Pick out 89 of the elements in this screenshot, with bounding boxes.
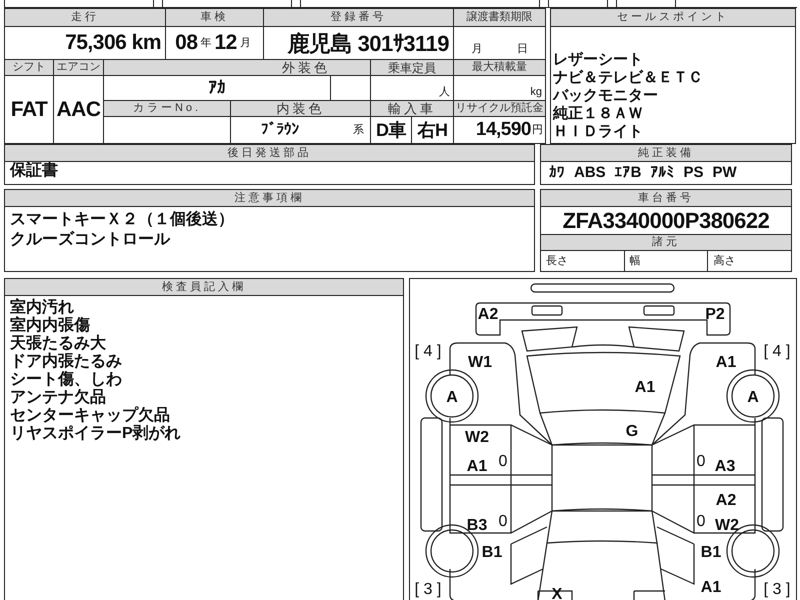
inspection-year: 08 bbox=[175, 30, 198, 56]
column-header: カラーNo. bbox=[104, 101, 230, 116]
inspection-note: ドア内張たるみ bbox=[10, 353, 122, 370]
damage-code: A1 bbox=[634, 379, 656, 396]
sales-point: ＨＩＤライト bbox=[553, 123, 643, 141]
section-header: 車台番号 bbox=[541, 190, 791, 206]
interior-color-value: ﾌﾞﾗｳﾝ bbox=[261, 120, 299, 140]
damage-code: A bbox=[747, 389, 759, 406]
inspection-note: 室内内張傷 bbox=[10, 317, 90, 334]
chassis-number: ZFA3340000P380622 bbox=[541, 207, 791, 234]
shift-value: FAT bbox=[5, 76, 53, 143]
capacity-unit: 人 bbox=[371, 76, 453, 100]
dimension-label: 長さ bbox=[541, 251, 624, 271]
column-header: シフト bbox=[5, 60, 53, 75]
tread-depth-label: [ 4 ] bbox=[764, 343, 790, 360]
column-header: 走行 bbox=[5, 9, 165, 26]
year-unit: 年 bbox=[200, 36, 212, 51]
sales-point: バックモニター bbox=[553, 87, 658, 105]
column-header: 内装色 bbox=[231, 101, 370, 116]
yen-unit: 円 bbox=[532, 122, 543, 138]
door-mark: 0 bbox=[696, 453, 706, 470]
load-unit: kg bbox=[454, 76, 545, 100]
section-header: 後日発送部品 bbox=[5, 145, 534, 161]
damage-code: A1 bbox=[466, 458, 488, 475]
inspection-note: センターキャップ欠品 bbox=[10, 407, 170, 424]
damage-code: A3 bbox=[714, 458, 736, 475]
equipment-item: ｴｱB bbox=[614, 164, 642, 182]
inspection-note: アンテナ欠品 bbox=[10, 389, 106, 407]
equipment-item: PS bbox=[684, 164, 704, 182]
damage-code: W2 bbox=[715, 517, 739, 534]
door-mark: 0 bbox=[498, 453, 508, 470]
section-header: 注意事項欄 bbox=[5, 190, 534, 206]
column-header: 輸入車 bbox=[371, 101, 453, 116]
day-unit: 日 bbox=[516, 42, 528, 56]
column-header: 車検 bbox=[166, 9, 263, 26]
aircon-value: AAC bbox=[54, 76, 103, 143]
tread-depth-label: [ 3 ] bbox=[414, 581, 442, 598]
dealer-type: D車 bbox=[371, 117, 411, 143]
damage-code: W2 bbox=[465, 429, 489, 446]
section-header: セールスポイント bbox=[551, 9, 795, 26]
inspection-note: リヤスポイラーP剥がれ bbox=[10, 425, 181, 443]
column-header: 外装色 bbox=[104, 60, 370, 75]
damage-code: A1 bbox=[700, 579, 722, 596]
column-header: 最大積載量 bbox=[454, 60, 545, 75]
equipment-item: PW bbox=[712, 164, 737, 182]
damage-code: A2 bbox=[716, 492, 736, 509]
column-header: 乗車定員 bbox=[371, 60, 453, 75]
equipment-item: ｶﾜ bbox=[549, 164, 565, 182]
month-unit: 月 bbox=[471, 42, 482, 56]
column-header: 登録番号 bbox=[264, 9, 453, 26]
damage-code: A2 bbox=[478, 306, 498, 323]
damage-code: B1 bbox=[700, 544, 722, 561]
tread-depth-label: [ 4 ] bbox=[414, 343, 442, 360]
inspection-note: 室内汚れ bbox=[10, 299, 74, 316]
equipment-item: ｱﾙﾐ bbox=[650, 164, 675, 182]
damage-code: W1 bbox=[468, 354, 492, 371]
door-mark: 0 bbox=[696, 513, 706, 530]
inspection-month: 12 bbox=[214, 30, 237, 56]
dimension-label: 幅 bbox=[624, 251, 708, 271]
dimension-label: 高さ bbox=[708, 251, 791, 271]
equipment-item: ABS bbox=[574, 164, 606, 182]
month-unit: 月 bbox=[240, 36, 251, 51]
section-header: 純正装備 bbox=[541, 145, 791, 161]
sales-point: 純正１８ＡＷ bbox=[553, 105, 643, 123]
recycle-fee-value: 14,590 bbox=[476, 118, 531, 142]
color-suffix: 系 bbox=[353, 122, 364, 138]
door-mark: 0 bbox=[498, 513, 508, 530]
column-header: エアコン bbox=[54, 60, 103, 75]
steering-side: 右H bbox=[412, 117, 453, 143]
tread-depth-label: [ 3 ] bbox=[764, 581, 790, 598]
damage-code: G bbox=[626, 423, 638, 440]
note-line: クルーズコントロール bbox=[10, 230, 170, 250]
column-header: 譲渡書類期限 bbox=[454, 9, 545, 26]
damage-code: P2 bbox=[705, 306, 725, 323]
section-header: 検査員記入欄 bbox=[5, 279, 403, 295]
section-header: 諸元 bbox=[541, 235, 791, 250]
inspection-note: シート傷、しわ bbox=[10, 371, 122, 388]
column-header: リサイクル預託金 bbox=[454, 101, 545, 116]
damage-code: A bbox=[446, 389, 458, 406]
sales-point: ナビ＆テレビ＆ＥＴＣ bbox=[553, 69, 703, 87]
exterior-color-value: ｱｶ bbox=[104, 76, 330, 100]
sales-point: レザーシート bbox=[553, 51, 643, 69]
inspection-note: 天張たるみ大 bbox=[10, 335, 106, 352]
mileage-value: 75,306 km bbox=[5, 27, 165, 59]
note-line: スマートキーＸ２（１個後送） bbox=[10, 210, 234, 230]
damage-code: A1 bbox=[716, 354, 736, 371]
damage-code: B3 bbox=[466, 517, 488, 534]
registration-number: 鹿児島 301ｻ3119 bbox=[264, 27, 453, 59]
damage-code: B1 bbox=[482, 544, 502, 561]
